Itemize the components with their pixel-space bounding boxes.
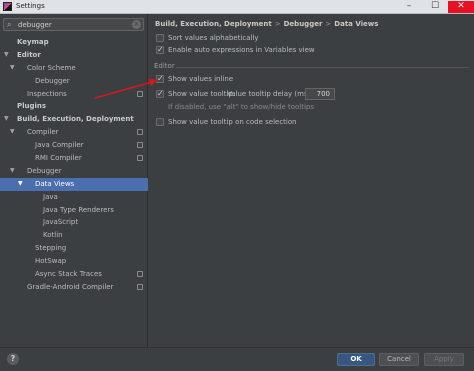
tree-item-label: RMI Compiler <box>35 154 82 163</box>
show-values-inline-checkbox[interactable] <box>156 74 164 83</box>
tree-item[interactable]: Async Stack Traces <box>0 268 148 281</box>
window-title: Settings <box>16 2 45 10</box>
breadcrumb-separator: > <box>274 20 281 28</box>
expand-arrow-icon[interactable]: ▼ <box>10 62 15 75</box>
tree-item[interactable]: ▼ Color Scheme <box>0 62 148 75</box>
apply-button[interactable]: Apply <box>424 353 464 366</box>
tree-item-label: Java Compiler <box>35 141 84 150</box>
settings-navigation: ⌕ debugger × Keymap ▼ Editor ▼ Color Scheme D… <box>0 14 148 347</box>
sort-values-label: Sort values alphabetically <box>168 34 259 42</box>
tree-item-label: Keymap <box>17 38 49 46</box>
expand-arrow-icon[interactable]: ▼ <box>10 126 15 139</box>
show-tooltip-label: Show value tooltip. <box>168 90 236 98</box>
project-scope-icon <box>137 155 143 162</box>
tree-item-label: Debugger <box>35 76 70 85</box>
tree-item[interactable]: Debugger <box>0 75 148 88</box>
settings-content: Build, Execution, Deployment > Debugger > Da… <box>149 14 474 347</box>
close-button[interactable]: ✕ <box>448 1 474 13</box>
tooltip-delay-input[interactable]: 700 <box>305 88 335 100</box>
tree-item[interactable]: ▼ Build, Execution, Deployment <box>0 113 148 126</box>
auto-expressions-label: Enable auto expressions in Variables vie… <box>168 46 315 54</box>
tree-item-label: Java Type Renderers <box>43 205 114 214</box>
tooltip-delay-label: Value tooltip delay (ms): <box>227 90 313 98</box>
tree-item-label: Java <box>43 192 58 201</box>
project-scope-icon <box>137 142 143 149</box>
ok-button[interactable]: OK <box>337 353 375 366</box>
tree-item-label: JavaScript <box>43 218 79 227</box>
tree-item[interactable]: HotSwap <box>0 255 148 268</box>
tree-item-label: Stepping <box>35 244 67 253</box>
tree-item[interactable]: JavaScript <box>0 216 148 229</box>
settings-tree: Keymap ▼ Editor ▼ Color Scheme Debugger Inspec… <box>0 36 148 294</box>
tree-item-label: Editor <box>17 50 41 59</box>
section-divider <box>176 67 469 68</box>
tree-item[interactable]: Stepping <box>0 242 148 255</box>
tree-item[interactable]: ▼ Compiler <box>0 126 148 139</box>
tree-item-label: Kotlin <box>43 231 63 240</box>
tree-item-label: Plugins <box>17 102 47 111</box>
title-bar: Settings – ☐ ✕ <box>0 0 474 14</box>
tree-item-label: Color Scheme <box>27 63 76 72</box>
project-scope-icon <box>137 129 143 136</box>
tooltip-on-selection-label: Show value tooltip on code selection <box>168 118 297 126</box>
auto-expressions-checkbox[interactable] <box>156 45 164 54</box>
tree-item[interactable]: ▼ Editor <box>0 49 148 62</box>
tree-item-label: Gradle-Android Compiler <box>27 282 114 291</box>
show-tooltip-checkbox[interactable] <box>156 89 164 98</box>
tree-item-label: Compiler <box>27 128 59 137</box>
clear-search-icon[interactable]: × <box>132 20 141 29</box>
close-icon: ✕ <box>457 1 465 11</box>
cancel-button[interactable]: Cancel <box>379 353 419 366</box>
search-field[interactable]: ⌕ debugger × <box>3 18 144 31</box>
help-icon[interactable]: ? <box>7 353 19 365</box>
tree-item-label: Async Stack Traces <box>35 270 102 279</box>
expand-arrow-icon[interactable]: ▼ <box>4 49 9 62</box>
tree-item-label: HotSwap <box>35 257 67 266</box>
search-input[interactable]: debugger <box>18 21 52 29</box>
app-icon <box>3 2 12 11</box>
sort-values-checkbox[interactable] <box>156 34 164 42</box>
breadcrumb: Build, Execution, Deployment > Debugger > Da… <box>155 20 378 28</box>
breadcrumb-item: Debugger <box>283 20 323 28</box>
search-icon: ⌕ <box>7 20 12 29</box>
tree-item[interactable]: Java Compiler <box>0 139 148 152</box>
tree-item-label: Build, Execution, Deployment <box>17 115 134 124</box>
project-scope-icon <box>137 90 143 97</box>
editor-section: Editor <box>154 62 469 72</box>
tree-item[interactable]: Plugins <box>0 100 148 113</box>
project-scope-icon <box>137 283 143 290</box>
tree-item[interactable]: RMI Compiler <box>0 152 148 165</box>
tree-item[interactable]: ▼ Debugger <box>0 165 148 178</box>
project-scope-icon <box>137 271 143 278</box>
breadcrumb-item: Data Views <box>334 20 379 28</box>
tree-item-label: Data Views <box>35 179 75 188</box>
tree-item[interactable]: Gradle-Android Compiler <box>0 281 148 294</box>
breadcrumb-separator: > <box>325 20 332 28</box>
tree-item-label: Debugger <box>27 166 62 175</box>
tree-item[interactable]: Keymap <box>0 36 148 49</box>
expand-arrow-icon[interactable]: ▼ <box>18 178 23 191</box>
tree-item[interactable]: Java Type Renderers <box>0 204 148 217</box>
tree-item-label: Inspections <box>27 89 67 98</box>
section-title: Editor <box>154 62 175 70</box>
minimize-button[interactable]: – <box>396 1 422 13</box>
breadcrumb-item: Build, Execution, Deployment <box>155 20 272 28</box>
maximize-button[interactable]: ☐ <box>422 1 448 13</box>
dialog-footer: ? OK Cancel Apply <box>0 347 474 371</box>
tree-item[interactable]: Java <box>0 191 148 204</box>
tree-item[interactable]: Kotlin <box>0 229 148 242</box>
tree-item[interactable]: ▼ Data Views <box>0 177 148 191</box>
tree-item[interactable]: Inspections <box>0 88 148 101</box>
expand-arrow-icon[interactable]: ▼ <box>4 113 9 126</box>
show-values-inline-label: Show values inline <box>168 75 234 83</box>
expand-arrow-icon[interactable]: ▼ <box>10 165 15 178</box>
tooltip-on-selection-checkbox[interactable] <box>156 118 164 126</box>
tooltip-hint: If disabled, use "alt" to show/hide tool… <box>168 103 315 111</box>
